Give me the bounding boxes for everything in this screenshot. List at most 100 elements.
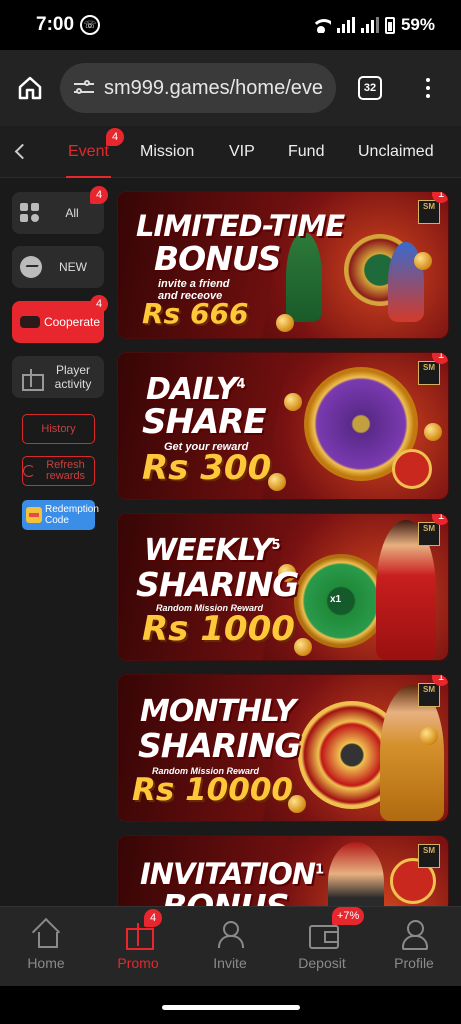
refresh-icon: [23, 465, 35, 477]
banner-title: MONTHLY: [140, 694, 296, 729]
nav-deposit[interactable]: Deposit +7%: [276, 907, 368, 987]
banner-title: BONUS: [154, 239, 281, 278]
chevron-left-icon: [14, 143, 30, 160]
status-bar: 7:00 ☏ 59%: [0, 0, 461, 50]
battery-icon: [384, 16, 395, 34]
sm-logo: SM: [418, 844, 440, 868]
gift-box-icon: [26, 507, 42, 523]
invite-icon: [215, 919, 245, 948]
wifi-icon: [310, 17, 331, 33]
tab-unclaimed[interactable]: Unclaimed: [358, 126, 434, 178]
redemption-code-button[interactable]: Redemption Code: [22, 500, 99, 530]
tab-label: Mission: [140, 143, 195, 160]
battery-level: 59%: [400, 15, 435, 34]
sidebar-item-label: Cooperate: [43, 315, 101, 329]
address-bar[interactable]: sm999.games/home/eve: [60, 63, 336, 113]
signal-icon-2: [360, 17, 379, 33]
banner-amount: Rs 1000: [142, 609, 295, 649]
wheel-multiplier: x1: [330, 594, 342, 605]
nav-home[interactable]: Home: [0, 907, 92, 987]
back-button[interactable]: [0, 132, 40, 172]
cricketer-figure: [328, 842, 384, 906]
tab-badge: 4: [106, 128, 124, 146]
banner-mark: 5: [271, 538, 281, 553]
nav-badge: 4: [144, 909, 162, 927]
cricketer-figure: [286, 232, 322, 322]
banner-monthly-sharing[interactable]: MONTHLY SHARING Random Mission Reward Rs…: [117, 674, 449, 822]
nav-label: Deposit: [298, 955, 346, 971]
banner-title: SHARE: [142, 402, 267, 442]
history-button[interactable]: History: [22, 414, 95, 444]
profile-icon: [399, 919, 429, 950]
banner-title: WEEKLY: [144, 533, 272, 568]
tab-switcher-button[interactable]: 32: [358, 76, 382, 100]
sidebar-item-label: NEW: [59, 260, 87, 274]
tab-label: VIP: [229, 143, 255, 160]
banner-daily-share[interactable]: DAILY4 SHARE Get your reward Rs 300 SM 1: [117, 352, 449, 500]
banner-weekly-sharing[interactable]: x1 WEEKLY5 SHARING Random Mission Reward…: [117, 513, 449, 661]
sidebar-item-label: Player activity: [54, 363, 92, 391]
banner-amount: Rs 666: [142, 297, 249, 330]
signal-icon: [336, 17, 355, 33]
banner-mark: 4: [236, 377, 245, 392]
tab-event[interactable]: Event 4: [66, 126, 124, 178]
gift-icon: [20, 367, 44, 391]
sidebar-item-new[interactable]: NEW: [12, 246, 104, 288]
tab-vip[interactable]: VIP: [229, 126, 255, 178]
browser-home-button[interactable]: [14, 72, 46, 104]
status-time: 7:00: [36, 14, 75, 35]
browser-menu-icon[interactable]: [426, 78, 430, 98]
nav-label: Invite: [213, 955, 247, 971]
sm-logo: SM: [418, 200, 440, 224]
nav-promo[interactable]: Promo 4: [92, 907, 184, 987]
banner-title: SHARING: [138, 726, 301, 765]
sidebar-badge: 4: [90, 186, 108, 204]
sidebar-badge: 4: [90, 295, 108, 313]
nav-label: Home: [27, 955, 65, 971]
sm-logo: SM: [418, 522, 440, 546]
sidebar-item-label: All: [65, 206, 79, 220]
status-indicators: 59%: [310, 15, 435, 35]
system-gesture-area: [0, 986, 461, 1024]
banner-title: LIMITED-TIME: [136, 209, 345, 243]
history-label: History: [41, 422, 76, 435]
banner-title: SHARING: [136, 565, 299, 604]
sidebar-item-player-activity[interactable]: Player activity: [12, 356, 104, 398]
nav-label: Promo: [117, 955, 159, 971]
share-icon: [392, 449, 432, 489]
home-icon: [31, 919, 61, 948]
sidebar-item-cooperate[interactable]: Cooperate 4: [12, 295, 108, 343]
home-gesture-bar[interactable]: [162, 1005, 300, 1010]
nav-invite[interactable]: Invite: [184, 907, 276, 987]
banner-amount: Rs 10000: [132, 772, 293, 808]
banner-title: INVITATION: [140, 857, 316, 891]
banner-invitation-bonus[interactable]: INVITATION1 BONUS SM: [117, 835, 449, 906]
refresh-rewards-button[interactable]: Refresh rewards: [22, 456, 95, 486]
tab-label: Unclaimed: [358, 143, 434, 160]
grid-icon: [20, 203, 40, 223]
tab-label: Event: [68, 143, 109, 160]
category-tabs: Event 4 Mission VIP Fund Unclaimed: [0, 126, 461, 178]
sidebar-item-all[interactable]: All 4: [12, 186, 108, 234]
redeem-label: Redemption Code: [45, 504, 99, 526]
nav-profile[interactable]: Profile: [368, 907, 460, 987]
filter-sidebar: All 4 NEW Cooperate 4 Player activity Hi…: [0, 178, 112, 906]
browser-toolbar: sm999.games/home/eve 32: [0, 50, 461, 126]
sm-logo: SM: [418, 361, 440, 385]
banner-title: BONUS: [162, 890, 289, 906]
bottom-navigation: Home Promo 4 Invite Deposit +7% Profile: [0, 906, 461, 986]
banner-subtitle: invite a friend: [158, 278, 230, 290]
tab-mission[interactable]: Mission: [140, 126, 194, 178]
banner-amount: Rs 300: [142, 448, 272, 488]
banner-list: LIMITED-TIME BONUS invite a friend and r…: [112, 178, 461, 906]
tab-fund[interactable]: Fund: [288, 126, 324, 178]
url-text: sm999.games/home/eve: [104, 76, 324, 99]
messenger-icon: [20, 256, 42, 278]
sm-logo: SM: [418, 683, 440, 707]
home-icon: [18, 76, 42, 100]
handshake-icon: [20, 316, 40, 328]
banner-mark: 1: [315, 862, 324, 878]
nav-badge: +7%: [332, 907, 365, 925]
site-settings-icon[interactable]: [74, 80, 94, 96]
banner-limited-time-bonus[interactable]: LIMITED-TIME BONUS invite a friend and r…: [117, 191, 449, 339]
